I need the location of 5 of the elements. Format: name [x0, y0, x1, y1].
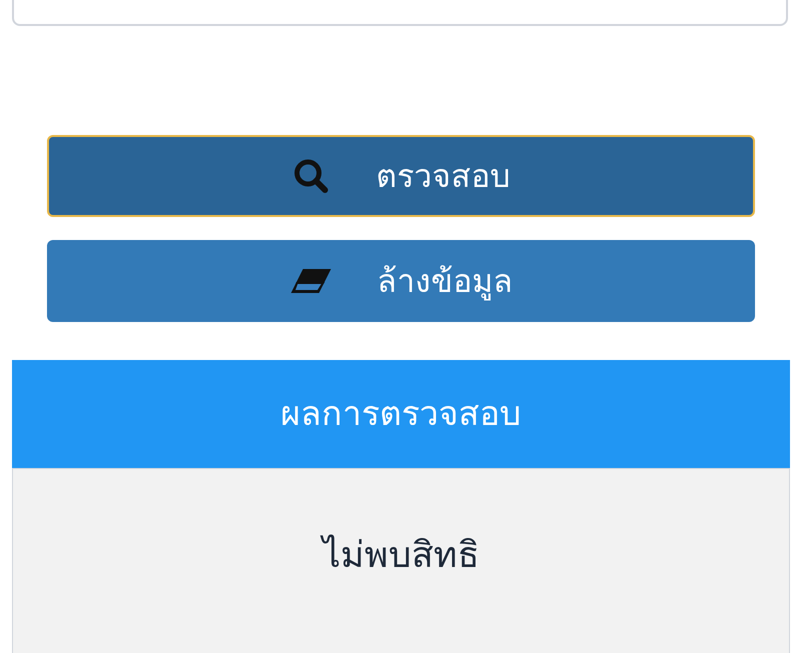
result-message: ไม่พบสิทธิ: [322, 529, 480, 583]
eraser-icon: [289, 267, 333, 295]
result-header: ผลการตรวจสอบ: [12, 360, 790, 468]
clear-button[interactable]: ล้างข้อมูล: [47, 240, 755, 322]
search-button[interactable]: ตรวจสอบ: [47, 135, 755, 217]
